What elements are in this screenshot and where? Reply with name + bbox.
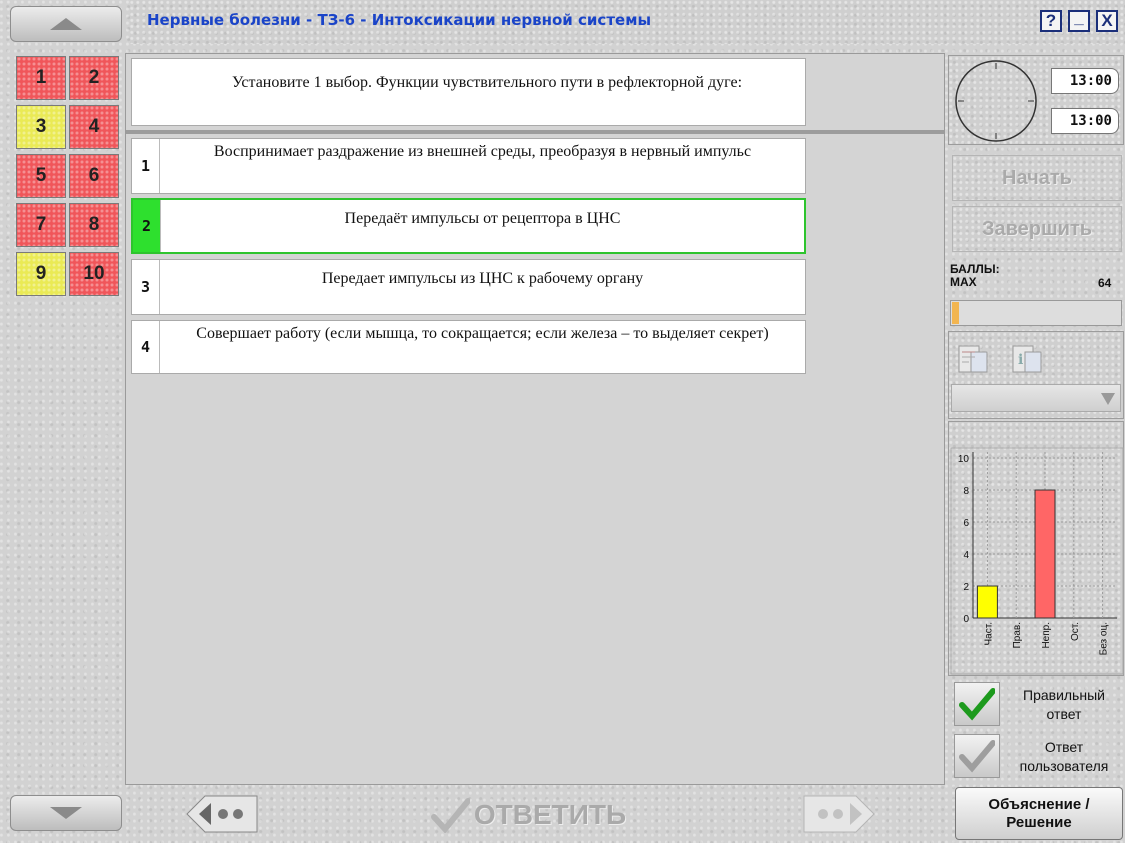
bar-3 xyxy=(1034,489,1056,619)
y-tick-label: 6 xyxy=(963,518,969,529)
answer-text: Передает импульсы из ЦНС к рабочему орга… xyxy=(321,270,644,287)
arrow-right-icon xyxy=(803,795,875,833)
question-nav-button-3[interactable]: 3 xyxy=(16,105,66,149)
prev-button[interactable] xyxy=(183,793,261,835)
scroll-down-button[interactable] xyxy=(10,795,122,831)
scroll-up-button[interactable] xyxy=(10,6,122,42)
answer-button-label: ОТВЕТИТЬ xyxy=(473,799,627,830)
y-tick-label: 8 xyxy=(963,486,969,497)
answer-option-2[interactable]: 2 Передаёт импульсы от рецептора в ЦНС xyxy=(131,198,806,254)
start-button[interactable]: Начать xyxy=(952,155,1122,201)
correct-answer-label: Правильный ответ xyxy=(1004,686,1124,724)
question-nav-button-2[interactable]: 2 xyxy=(69,56,119,100)
clock-icon xyxy=(955,60,1037,142)
x-tick-label: Прав. xyxy=(1012,622,1023,648)
question-divider xyxy=(126,130,944,134)
explanation-button-line2: Решение xyxy=(1006,813,1072,831)
answer-text: Передаёт импульсы от рецептора в ЦНС xyxy=(344,210,621,227)
x-tick-label: Непр. xyxy=(1041,622,1052,649)
score-progress-bar xyxy=(950,300,1122,326)
finish-button[interactable]: Завершить xyxy=(952,206,1122,252)
window-title: Нервные болезни - ТЗ-6 - Интоксикации не… xyxy=(147,11,652,29)
dropdown-select[interactable] xyxy=(951,384,1121,412)
answer-number: 2 xyxy=(133,200,161,252)
user-answer-label: Ответ пользователя xyxy=(1004,738,1124,776)
score-max-label: MAX xyxy=(950,275,977,289)
y-tick-label: 10 xyxy=(958,454,970,465)
y-tick-label: 2 xyxy=(963,582,969,593)
checkmark-icon xyxy=(959,688,995,721)
help-icon: ? xyxy=(1045,11,1057,30)
svg-text:i: i xyxy=(1018,352,1023,368)
question-nav-button-1[interactable]: 1 xyxy=(16,56,66,100)
time-left: 13:00 xyxy=(1051,108,1119,134)
info-icon[interactable]: i xyxy=(1009,342,1043,376)
y-tick-label: 0 xyxy=(963,614,969,625)
arrow-down-icon xyxy=(50,807,82,819)
answer-button[interactable]: ОТВЕТИТЬ xyxy=(263,792,793,838)
checkmark-gray-icon xyxy=(959,740,995,773)
time-total: 13:00 xyxy=(1051,68,1119,94)
stats-chart: 0 2 4 6 8 10 Част. Прав. Непр. Ост. Без оц. xyxy=(950,447,1124,675)
question-nav-button-7[interactable]: 7 xyxy=(16,203,66,247)
question-nav-button-4[interactable]: 4 xyxy=(69,105,119,149)
score-progress-fill xyxy=(952,302,959,324)
user-answer-label-line2: пользователя xyxy=(1019,758,1109,774)
answer-option-1[interactable]: 1 Воспринимает раздражение из внешней ср… xyxy=(131,138,806,194)
next-button[interactable] xyxy=(800,793,878,835)
arrow-left-icon xyxy=(186,795,258,833)
user-answer-button[interactable] xyxy=(954,734,1000,778)
score-label: БАЛЛЫ: MAX xyxy=(950,263,1000,289)
x-tick-label: Без оц. xyxy=(1099,622,1110,655)
tools-panel: i xyxy=(948,331,1124,419)
minimize-button[interactable]: _ xyxy=(1068,8,1090,32)
stats-chart-panel: 0 2 4 6 8 10 Част. Прав. Непр. Ост. Без оц. xyxy=(948,421,1124,676)
verdict-panel: Правильный ответ Ответ пользователя xyxy=(952,680,1124,788)
help-button[interactable]: ? xyxy=(1040,10,1062,32)
answer-number: 3 xyxy=(132,260,160,314)
checkmark-gray-icon xyxy=(430,798,470,833)
answer-number: 4 xyxy=(132,321,160,373)
answer-text: Совершает работу (если мышца, то сокраща… xyxy=(196,325,769,342)
score-max-value: 64 xyxy=(1098,276,1112,290)
close-icon: X xyxy=(1101,11,1113,30)
x-tick-label: Част. xyxy=(983,622,994,645)
minimize-icon: _ xyxy=(1074,8,1084,27)
answer-number: 1 xyxy=(132,139,160,193)
bar-1 xyxy=(976,585,998,619)
answer-option-3[interactable]: 3 Передает импульсы из ЦНС к рабочему ор… xyxy=(131,259,806,315)
x-tick-label: Ост. xyxy=(1070,622,1081,641)
explanation-button-line1: Объяснение / xyxy=(988,795,1090,813)
correct-answer-label-line2: ответ xyxy=(1046,706,1082,722)
correct-answer-label-line1: Правильный xyxy=(1023,687,1105,703)
arrow-up-icon xyxy=(50,18,82,30)
answer-option-4[interactable]: 4 Совершает работу (если мышца, то сокра… xyxy=(131,320,806,374)
question-nav-button-6[interactable]: 6 xyxy=(69,154,119,198)
chevron-down-icon xyxy=(1101,393,1115,405)
close-button[interactable]: X xyxy=(1096,10,1118,32)
question-text: Установите 1 выбор. Функции чувствительн… xyxy=(131,58,806,126)
notes-icon[interactable] xyxy=(955,342,989,376)
question-nav-button-8[interactable]: 8 xyxy=(69,203,119,247)
timer-panel: 13:00 13:00 xyxy=(948,55,1124,145)
y-tick-label: 4 xyxy=(963,550,969,561)
answer-text: Воспринимает раздражение из внешней сред… xyxy=(213,143,752,160)
question-nav-button-5[interactable]: 5 xyxy=(16,154,66,198)
question-nav-button-10[interactable]: 10 xyxy=(69,252,119,296)
question-nav-button-9[interactable]: 9 xyxy=(16,252,66,296)
correct-answer-button[interactable] xyxy=(954,682,1000,726)
user-answer-label-line1: Ответ xyxy=(1044,739,1084,755)
explanation-button[interactable]: Объяснение / Решение xyxy=(955,787,1123,840)
